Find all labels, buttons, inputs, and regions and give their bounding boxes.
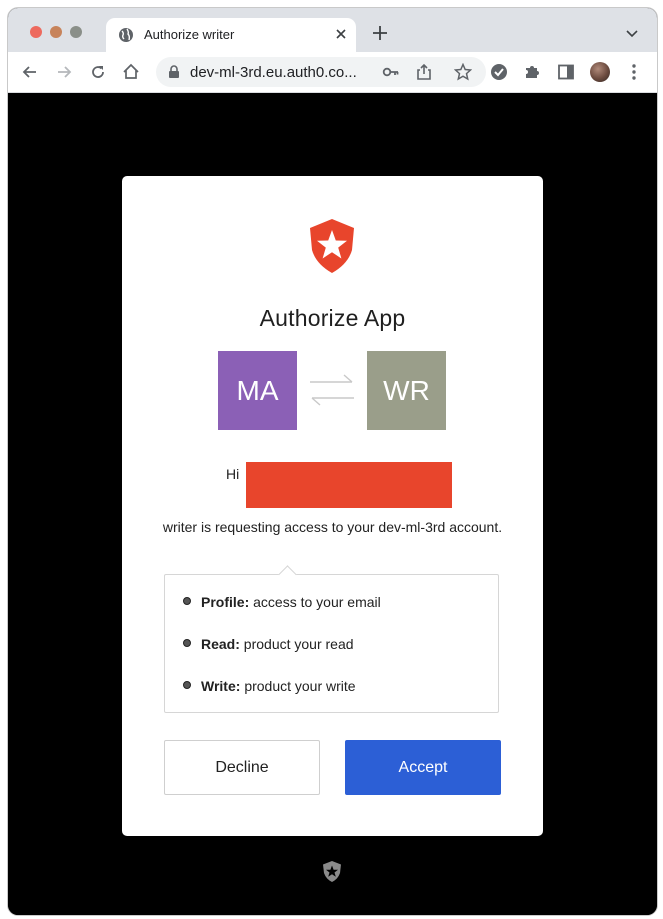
tab-bar: Authorize writer [8, 8, 657, 52]
globe-icon [119, 28, 133, 42]
list-item: Read: product your read [183, 636, 354, 652]
page-title: Authorize App [259, 305, 406, 331]
scope-description: product your read [243, 636, 354, 652]
chevron-down-icon[interactable] [626, 30, 638, 38]
browser-window: Authorize writer dev-ml-3rd.eu.auth0.co.… [8, 8, 657, 915]
share-icon[interactable] [416, 63, 432, 81]
profile-avatar[interactable] [590, 62, 610, 82]
app-tile-right: WR [367, 351, 446, 430]
accept-button[interactable]: Accept [345, 740, 501, 795]
more-vert-icon[interactable] [624, 62, 644, 82]
maximize-window-button[interactable] [70, 26, 82, 38]
scope-description: product your write [244, 678, 356, 694]
plus-icon[interactable] [372, 25, 388, 41]
reload-icon[interactable] [88, 62, 108, 82]
decline-button[interactable]: Decline [164, 740, 320, 795]
side-panel-icon[interactable] [556, 62, 576, 82]
home-icon[interactable] [121, 62, 141, 82]
greeting-text: Hi [226, 466, 240, 482]
star-icon[interactable] [454, 63, 472, 81]
scope-name: Read: [201, 636, 240, 652]
tab-title: Authorize writer [144, 27, 235, 42]
scope-description: access to your email [253, 594, 381, 610]
page-viewport: Authorize App MA WR Hi writer is request… [8, 93, 657, 915]
close-icon[interactable] [332, 25, 350, 43]
bullet-icon [183, 681, 191, 690]
extensions-icon[interactable] [522, 62, 542, 82]
close-window-button[interactable] [30, 26, 42, 38]
forward-arrow-icon[interactable] [54, 62, 74, 82]
scope-name: Write: [201, 678, 241, 694]
address-bar[interactable]: dev-ml-3rd.eu.auth0.co... [156, 57, 486, 87]
minimize-window-button[interactable] [50, 26, 62, 38]
redacted-username [246, 462, 452, 508]
check-circle-icon[interactable] [489, 62, 509, 82]
list-item: Profile: access to your email [183, 594, 381, 610]
url-text: dev-ml-3rd.eu.auth0.co... [190, 64, 357, 81]
browser-toolbar: dev-ml-3rd.eu.auth0.co... [8, 52, 657, 93]
request-description: writer is requesting access to your dev-… [162, 519, 503, 535]
bullet-icon [183, 639, 191, 648]
key-icon[interactable] [382, 64, 400, 80]
tab-authorize-writer[interactable]: Authorize writer [106, 18, 356, 52]
scope-list: Profile: access to your email Read: prod… [164, 574, 499, 713]
scope-name: Profile: [201, 594, 250, 610]
auth0-logo-icon [310, 219, 354, 273]
swap-arrows-icon [310, 374, 354, 406]
list-item: Write: product your write [183, 678, 356, 694]
app-tile-left: MA [218, 351, 297, 430]
auth0-footer-logo-icon [323, 861, 341, 882]
lock-icon[interactable] [168, 65, 180, 79]
back-arrow-icon[interactable] [20, 62, 40, 82]
consent-card: Authorize App MA WR Hi writer is request… [122, 176, 543, 836]
bullet-icon [183, 597, 191, 606]
